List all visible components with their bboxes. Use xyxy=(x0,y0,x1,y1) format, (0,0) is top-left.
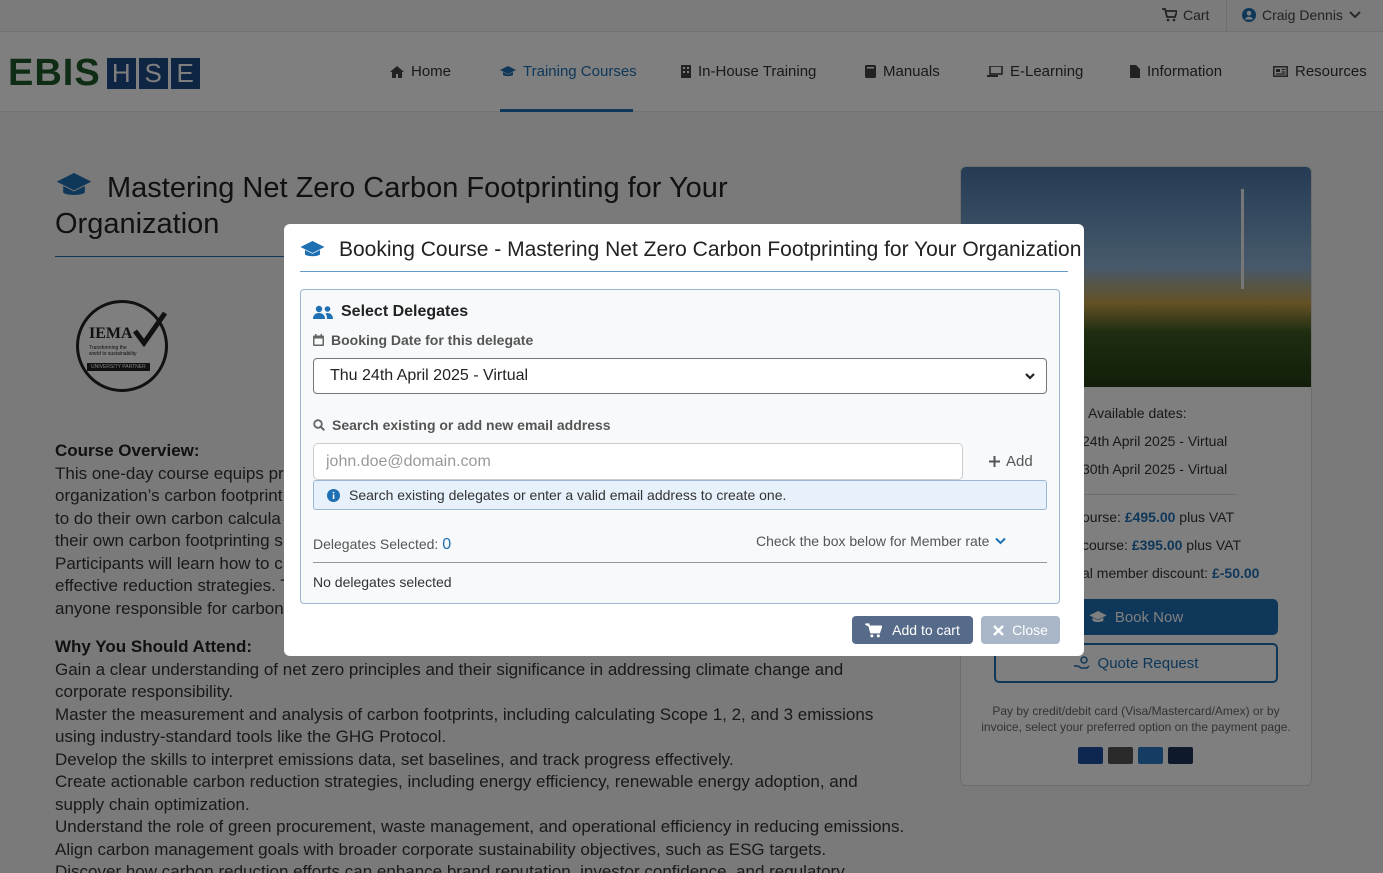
delegates-divider xyxy=(313,562,1047,563)
chevron-down-icon xyxy=(1025,373,1035,380)
member-rate-toggle[interactable]: Check the box below for Member rate xyxy=(756,533,1007,549)
search-icon xyxy=(313,419,325,431)
panel-heading: Select Delegates xyxy=(313,303,468,321)
delegates-selected-count: Delegates Selected: 0 xyxy=(313,536,451,554)
chevron-down-icon xyxy=(995,537,1007,545)
booking-date-label-text: Booking Date for this delegate xyxy=(331,332,534,348)
graduation-cap-icon xyxy=(300,241,325,257)
booking-date-select[interactable]: Thu 24th April 2025 - Virtual xyxy=(313,358,1047,394)
booking-date-label: Booking Date for this delegate xyxy=(313,332,533,348)
no-delegates-message: No delegates selected xyxy=(313,574,452,590)
close-label: Close xyxy=(1012,622,1048,638)
info-circle-icon xyxy=(327,488,340,502)
booking-date-value: Thu 24th April 2025 - Virtual xyxy=(330,367,529,384)
member-rate-label: Check the box below for Member rate xyxy=(756,533,990,549)
add-to-cart-label: Add to cart xyxy=(892,622,960,638)
cart-icon xyxy=(865,622,883,637)
add-to-cart-button[interactable]: Add to cart xyxy=(852,616,973,644)
close-icon xyxy=(993,624,1004,636)
modal-title-text: Booking Course - Mastering Net Zero Carb… xyxy=(339,238,1082,261)
booking-modal: Booking Course - Mastering Net Zero Carb… xyxy=(284,224,1084,656)
search-hint: Search existing delegates or enter a val… xyxy=(313,480,1047,510)
email-search-label-text: Search existing or add new email address xyxy=(332,417,611,433)
delegates-selected-number: 0 xyxy=(442,536,452,553)
add-delegate-label: Add xyxy=(1006,453,1033,470)
select-delegates-panel: Select Delegates Booking Date for this d… xyxy=(300,289,1060,604)
users-icon xyxy=(313,305,333,319)
modal-title: Booking Course - Mastering Net Zero Carb… xyxy=(300,238,1081,262)
modal-title-divider xyxy=(300,271,1068,272)
search-hint-text: Search existing delegates or enter a val… xyxy=(349,487,787,503)
close-button[interactable]: Close xyxy=(981,616,1060,644)
calendar-icon xyxy=(313,334,324,346)
email-search-label: Search existing or add new email address xyxy=(313,417,611,433)
delegates-selected-label: Delegates Selected: xyxy=(313,536,443,552)
add-delegate-button[interactable]: Add xyxy=(989,453,1033,470)
plus-icon xyxy=(989,456,1000,467)
email-search-input[interactable] xyxy=(313,443,963,480)
panel-heading-text: Select Delegates xyxy=(341,303,469,320)
